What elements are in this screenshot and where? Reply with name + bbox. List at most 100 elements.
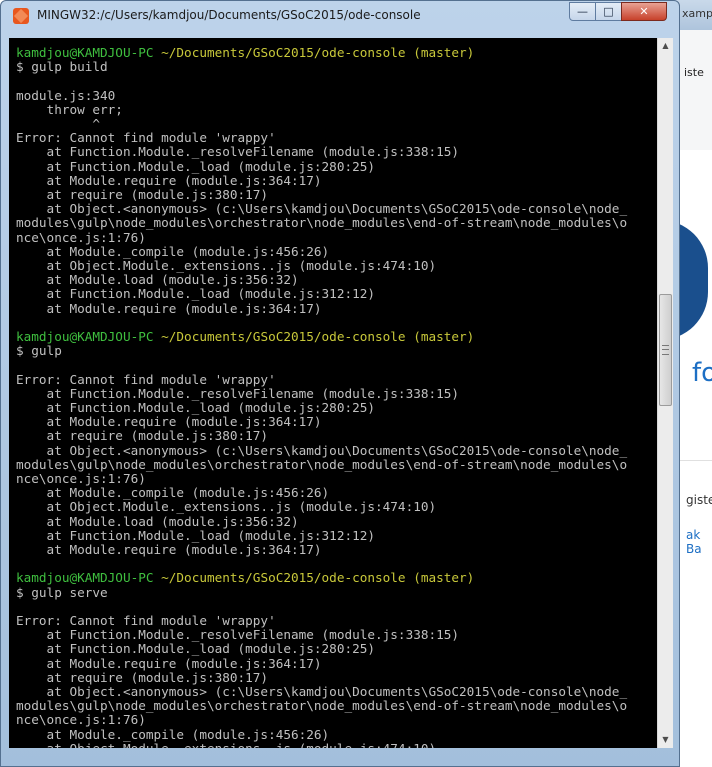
console-line: modules\gulp\node_modules\orchestrator\n…	[16, 216, 627, 230]
console-line: at Module.load (module.js:356:32)	[16, 513, 299, 529]
console-line: modules\gulp\node_modules\orchestrator\n…	[16, 699, 627, 713]
console-line: at Module.load (module.js:356:32)	[16, 273, 299, 287]
console-text: $ gulp	[16, 343, 62, 359]
console-text: at require (module.js:380:17)	[16, 428, 269, 444]
console-line: at Module._compile (module.js:456:26)	[16, 244, 330, 259]
console-text: at Object.Module._extensions..js (module…	[16, 499, 437, 515]
background-window-title: xamp	[682, 7, 712, 20]
console-text: nce\once.js:1:76)	[16, 471, 146, 486]
console-line: at Function.Module._resolveFilename (mod…	[16, 627, 460, 643]
window-title: MINGW32:/c/Users/kamdjou/Documents/GSoC2…	[37, 8, 421, 22]
console-text: ^	[16, 116, 101, 131]
console-text: at Function.Module._load (module.js:280:…	[16, 158, 376, 174]
prompt-path: ~/Documents/GSoC2015/ode-console (master…	[153, 45, 475, 60]
prompt-user: kamdjou@KAMDJOU-PC	[16, 45, 154, 60]
console-line: at Function.Module._resolveFilename (mod…	[16, 385, 460, 401]
console-text: modules\gulp\node_modules\orchestrator\n…	[16, 698, 628, 714]
console-text: at Module._compile (module.js:456:26)	[16, 726, 330, 742]
console-line: at Function.Module._resolveFilename (mod…	[16, 144, 460, 160]
console-text: modules\gulp\node_modules\orchestrator\n…	[16, 456, 628, 472]
background-toolbar-label: iste	[684, 66, 704, 79]
console-line: at Module._compile (module.js:456:26)	[16, 726, 330, 742]
scroll-down-icon[interactable]: ▼	[658, 732, 673, 748]
console-line: nce\once.js:1:76)	[16, 229, 146, 245]
console-text: Error: Cannot find module 'wrappy'	[16, 130, 276, 146]
console-text: at Module.require (module.js:364:17)	[16, 172, 322, 188]
console-line: throw err;	[16, 101, 123, 117]
close-button[interactable]: ✕	[621, 2, 667, 21]
console-line: nce\once.js:1:76)	[16, 472, 146, 486]
console-line: kamdjou@KAMDJOU-PC ~/Documents/GSoC2015/…	[16, 330, 474, 344]
console-line: Error: Cannot find module 'wrappy'	[16, 614, 276, 628]
console-text: at Module.require (module.js:364:17)	[16, 542, 322, 557]
minimize-button[interactable]: —	[569, 2, 596, 21]
window-titlebar[interactable]: MINGW32:/c/Users/kamdjou/Documents/GSoC2…	[1, 1, 679, 31]
console-line: at Module.require (module.js:364:17)	[16, 300, 322, 316]
prompt-user: kamdjou@KAMDJOU-PC	[16, 570, 154, 586]
maximize-button[interactable]: □	[595, 2, 622, 21]
console-text: at Function.Module._resolveFilename (mod…	[16, 385, 460, 401]
vertical-scrollbar[interactable]: ▲ ▼	[657, 38, 673, 748]
console-text: at Module.require (module.js:364:17)	[16, 300, 322, 316]
console-text: throw err;	[16, 101, 123, 117]
prompt-path: ~/Documents/GSoC2015/ode-console (master…	[153, 329, 475, 344]
console-text: at Object.<anonymous> (c:\Users\kamdjou\…	[16, 201, 628, 217]
console-text: at Object.<anonymous> (c:\Users\kamdjou\…	[16, 684, 628, 699]
console-text: at Module.load (module.js:356:32)	[16, 513, 299, 529]
console-text: at Function.Module._load (module.js:280:…	[16, 641, 376, 657]
console-line: at Object.<anonymous> (c:\Users\kamdjou\…	[16, 442, 628, 458]
console-line: kamdjou@KAMDJOU-PC ~/Documents/GSoC2015/…	[16, 571, 474, 585]
console-text: at require (module.js:380:17)	[16, 187, 269, 202]
console-line: $ gulp serve	[16, 584, 108, 600]
console-text: Error: Cannot find module 'wrappy'	[16, 371, 276, 387]
console-text: at Function.Module._resolveFilename (mod…	[16, 144, 460, 160]
console-text: at Object.<anonymous> (c:\Users\kamdjou\…	[16, 442, 628, 458]
prompt-path: ~/Documents/GSoC2015/ode-console (master…	[153, 570, 475, 586]
console-line: at Object.<anonymous> (c:\Users\kamdjou\…	[16, 684, 628, 699]
console-text: at Module.require (module.js:364:17)	[16, 655, 322, 671]
console-line: at Object.Module._extensions..js (module…	[16, 741, 437, 748]
background-register-text: gister	[686, 493, 712, 507]
console-text: at Function.Module._load (module.js:312:…	[16, 286, 376, 302]
console-line: at require (module.js:380:17)	[16, 669, 269, 685]
console-text: $ gulp build	[16, 59, 108, 75]
console-text: $ gulp serve	[16, 584, 108, 600]
background-link[interactable]: ak Ba	[686, 528, 712, 556]
console-text: at Object.Module._extensions..js (module…	[16, 741, 437, 748]
console-text: nce\once.js:1:76)	[16, 712, 146, 728]
console-line: at Module.require (module.js:364:17)	[16, 172, 322, 188]
console-line: at Function.Module._load (module.js:280:…	[16, 401, 375, 415]
console-line: at Object.Module._extensions..js (module…	[16, 499, 437, 515]
console-line: at Function.Module._load (module.js:312:…	[16, 287, 375, 301]
console-text: at Module._compile (module.js:456:26)	[16, 485, 330, 501]
console-line: at Module.require (module.js:364:17)	[16, 543, 322, 557]
console-text: nce\once.js:1:76)	[16, 229, 146, 245]
console-line: at Function.Module._load (module.js:312:…	[16, 527, 376, 543]
console-line: ^	[16, 117, 100, 131]
console-text: at Module.require (module.js:364:17)	[16, 414, 322, 430]
console-text: at Function.Module._load (module.js:312:…	[16, 527, 376, 543]
console-line: at Object.<anonymous> (c:\Users\kamdjou\…	[16, 201, 628, 217]
console-line: $ gulp	[16, 344, 62, 358]
console-line: Error: Cannot find module 'wrappy'	[16, 371, 276, 387]
console-line: at Module.require (module.js:364:17)	[16, 655, 322, 671]
console-output[interactable]: kamdjou@KAMDJOU-PC ~/Documents/GSoC2015/…	[9, 38, 657, 748]
console-line: $ gulp build	[16, 60, 108, 74]
git-bash-icon[interactable]	[13, 8, 29, 24]
console-line: nce\once.js:1:76)	[16, 713, 146, 727]
terminal-window: MINGW32:/c/Users/kamdjou/Documents/GSoC2…	[0, 0, 680, 767]
console-text: at Function.Module._resolveFilename (mod…	[16, 627, 460, 643]
console-text: modules\gulp\node_modules\orchestrator\n…	[16, 215, 628, 231]
console-line: at require (module.js:380:17)	[16, 428, 269, 444]
console-line: at Function.Module._load (module.js:280:…	[16, 158, 376, 174]
scroll-up-icon[interactable]: ▲	[658, 38, 673, 54]
background-heading: fo	[692, 358, 712, 388]
console-text: at Function.Module._load (module.js:280:…	[16, 400, 376, 415]
console-text: at Module.load (module.js:356:32)	[16, 272, 299, 288]
console-text: at require (module.js:380:17)	[16, 669, 269, 685]
scrollbar-thumb[interactable]	[659, 294, 672, 406]
prompt-user: kamdjou@KAMDJOU-PC	[16, 329, 154, 344]
console-line: kamdjou@KAMDJOU-PC ~/Documents/GSoC2015/…	[16, 46, 474, 60]
console-text: at Object.Module._extensions..js (module…	[16, 258, 437, 273]
console-line: at Function.Module._load (module.js:280:…	[16, 642, 375, 656]
